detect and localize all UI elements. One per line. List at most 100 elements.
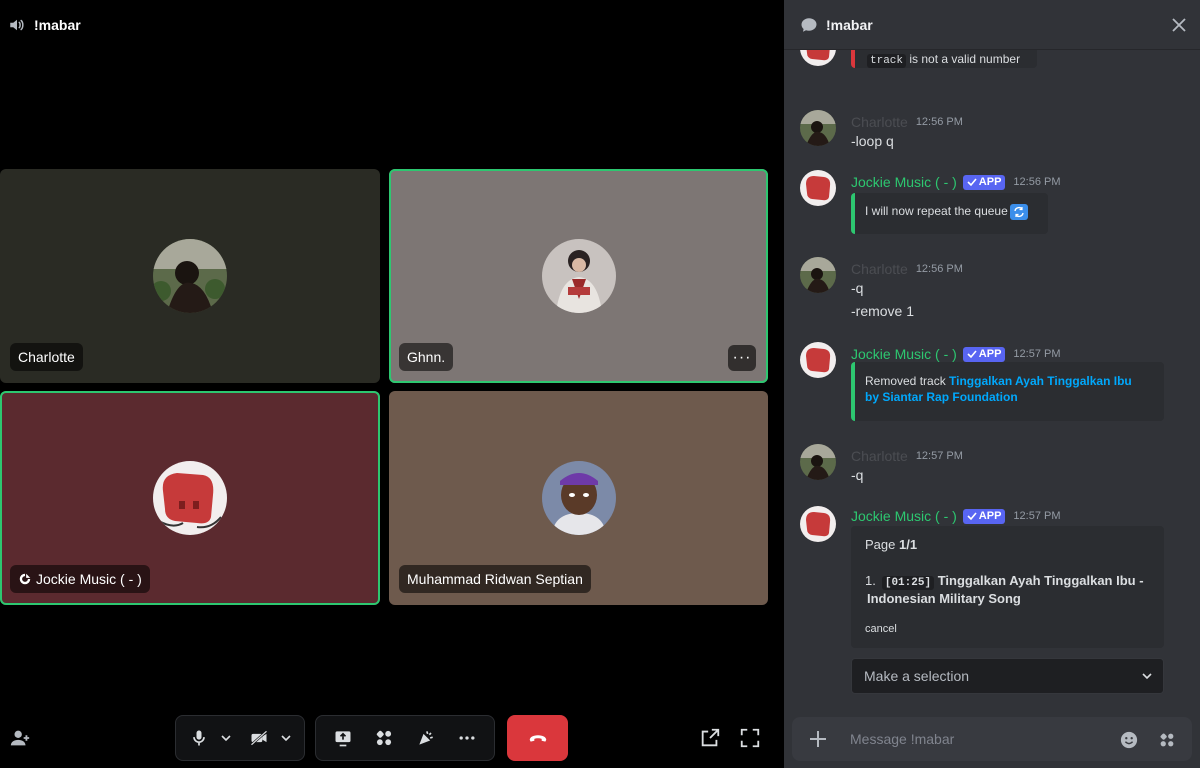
avatar <box>800 50 836 66</box>
microphone-button[interactable] <box>182 721 216 755</box>
queue-duration: [01:25] <box>881 576 935 590</box>
activity-controls <box>315 715 495 761</box>
cancel-text: cancel <box>865 623 897 635</box>
timestamp: 12:56 PM <box>915 116 963 128</box>
message: Charlotte 12:57 PM -q <box>784 444 1200 488</box>
message-text: -loop q <box>851 133 894 149</box>
timestamp: 12:57 PM <box>915 450 963 462</box>
message-list: track is not a valid number Charlotte 12… <box>784 50 1200 710</box>
timestamp: 12:57 PM <box>1013 348 1061 360</box>
participant-name: Jockie Music ( - ) <box>36 571 142 587</box>
participant-name-tag: Muhammad Ridwan Septian <box>399 565 591 593</box>
soundboard-icon <box>419 731 433 745</box>
message-text: -q <box>851 467 864 483</box>
track-link[interactable]: Tinggalkan Ayah Tinggalkan Ibu <box>949 374 1132 388</box>
microphone-icon <box>193 730 205 746</box>
username[interactable]: Jockie Music ( - ) <box>851 508 957 524</box>
username[interactable]: Jockie Music ( - ) <box>851 174 957 190</box>
chat-header: !mabar <box>784 0 1200 50</box>
queue-title: Tinggalkan Ayah Tinggalkan Ibu - <box>937 573 1144 588</box>
page-indicator: Page 1/1 <box>865 537 1154 553</box>
apps-icon[interactable] <box>1158 731 1176 749</box>
speaker-icon <box>10 19 24 31</box>
soundboard-button[interactable] <box>409 721 443 755</box>
camera-options-button[interactable] <box>276 721 296 755</box>
activities-icon <box>377 730 392 746</box>
timestamp: 12:57 PM <box>1013 510 1061 522</box>
invite-button[interactable] <box>8 726 32 750</box>
microphone-options-button[interactable] <box>216 721 236 755</box>
message-text: -q <box>851 280 864 296</box>
message: Charlotte 12:56 PM -loop q <box>784 110 1200 154</box>
participant-tile-muhammad[interactable]: Muhammad Ridwan Septian <box>389 391 768 605</box>
username[interactable]: Charlotte <box>851 261 908 277</box>
avatar <box>800 170 836 206</box>
message-meta: Charlotte 12:57 PM <box>851 448 963 464</box>
participant-tile-ghnn[interactable]: Ghnn. ··· <box>389 169 768 383</box>
error-embed: track is not a valid number <box>851 50 1037 68</box>
bot-icon <box>19 573 31 585</box>
timestamp: 12:56 PM <box>915 263 963 275</box>
chat-channel-title: !mabar <box>826 16 873 33</box>
checkmark-icon <box>967 350 977 359</box>
message: Charlotte 12:56 PM -q -remove 1 <box>784 257 1200 323</box>
participant-name-tag: Jockie Music ( - ) <box>10 565 150 593</box>
more-icon <box>459 736 475 740</box>
avatar <box>800 257 836 293</box>
app-badge-label: APP <box>978 348 1002 360</box>
page-value: 1/1 <box>898 537 918 552</box>
fullscreen-button[interactable] <box>738 726 762 750</box>
chat-panel: !mabar track is not a valid number Charl… <box>784 0 1200 768</box>
screen-share-icon <box>335 731 351 747</box>
inline-code: track <box>867 54 907 68</box>
avatar <box>800 342 836 378</box>
chevron-down-icon <box>1142 673 1152 680</box>
checkmark-icon <box>967 512 977 521</box>
emoji-icon[interactable] <box>1120 731 1138 749</box>
username[interactable]: Charlotte <box>851 114 908 130</box>
popout-button[interactable] <box>698 726 722 750</box>
participant-name: Ghnn. <box>407 349 446 365</box>
call-channel-title: !mabar <box>34 17 81 33</box>
avatar <box>541 239 616 313</box>
more-button[interactable] <box>450 721 484 755</box>
disconnect-button[interactable] <box>507 715 568 761</box>
bot-embed: Removed track Tinggalkan Ayah Tinggalkan… <box>851 362 1164 421</box>
app-badge: APP <box>962 174 1006 190</box>
avatar <box>800 506 836 542</box>
participant-tile-jockie-music[interactable]: Jockie Music ( - ) <box>0 391 380 605</box>
track-link[interactable]: by Siantar Rap Foundation <box>865 390 1018 404</box>
embed-text: I will now repeat the queue <box>865 204 1008 219</box>
select-placeholder: Make a selection <box>864 668 970 684</box>
popout-icon <box>701 728 720 747</box>
avatar <box>800 110 836 146</box>
app-badge: APP <box>962 508 1006 524</box>
page-label: Page <box>865 537 899 552</box>
av-controls <box>175 715 305 761</box>
avatar <box>800 444 836 480</box>
more-options-button[interactable]: ··· <box>728 345 756 371</box>
app-badge-label: APP <box>978 510 1002 522</box>
call-controls <box>0 710 776 768</box>
camera-button[interactable] <box>242 721 276 755</box>
close-icon[interactable] <box>1172 18 1186 32</box>
plus-icon[interactable] <box>808 729 828 749</box>
message-input[interactable] <box>850 717 1110 761</box>
repeat-icon <box>1009 204 1028 220</box>
select-menu[interactable]: Make a selection <box>851 658 1164 694</box>
embed-text: Removed track <box>865 374 950 388</box>
add-user-icon <box>10 730 30 746</box>
message: Jockie Music ( - ) APP 12:57 PM Page 1/1… <box>784 506 1200 706</box>
embed-text: is not a valid number <box>906 52 1021 66</box>
avatar <box>153 461 227 535</box>
participant-name: Muhammad Ridwan Septian <box>407 571 583 587</box>
message-meta: Charlotte 12:56 PM <box>851 261 963 277</box>
username[interactable]: Charlotte <box>851 448 908 464</box>
chevron-down-icon <box>221 735 231 742</box>
participant-tile-charlotte[interactable]: Charlotte <box>0 169 380 383</box>
username[interactable]: Jockie Music ( - ) <box>851 346 957 362</box>
screen-share-button[interactable] <box>326 721 360 755</box>
message-meta: Jockie Music ( - ) APP 12:56 PM <box>851 174 1061 190</box>
queue-item: 1. [01:25] Tinggalkan Ayah Tinggalkan Ib… <box>865 573 1154 591</box>
activities-button[interactable] <box>367 721 401 755</box>
